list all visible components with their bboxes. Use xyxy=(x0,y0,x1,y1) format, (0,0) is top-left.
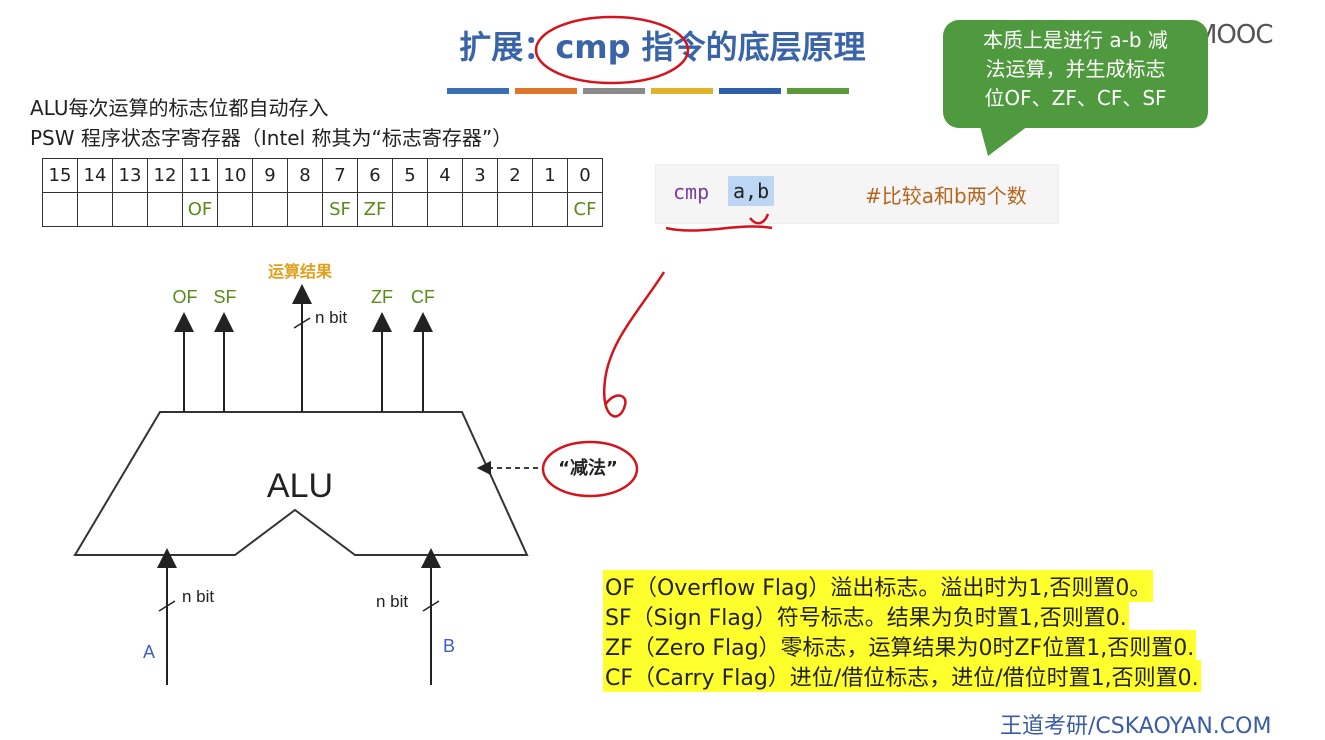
cf-output-label: CF xyxy=(411,287,435,307)
curve-arrow-annotation xyxy=(602,271,666,418)
flag-description-line: CF（Carry Flag）进位/借位标志，进位/借位时置1,否则置0. xyxy=(603,660,1201,692)
code-underline-annotation-2 xyxy=(749,213,770,225)
zf-output-label: ZF xyxy=(371,287,393,307)
flag-description-line: SF（Sign Flag）符号标志。结果为负时置1,否则置0. xyxy=(603,600,1129,632)
sf-output-label: SF xyxy=(213,287,236,307)
nbit-top-label: n bit xyxy=(315,308,347,327)
footer-watermark: 王道考研/CSKAOYAN.COM xyxy=(1000,714,1272,739)
nbit-left-label: n bit xyxy=(182,587,214,606)
flag-description-line: ZF（Zero Flag）零标志，运算结果为0时ZF位置1,否则置0. xyxy=(603,630,1197,662)
nbit-right-label: n bit xyxy=(376,592,408,611)
input-a-label: A xyxy=(143,642,155,662)
flag-description-line: OF（Overflow Flag）溢出标志。溢出时为1,否则置0。 xyxy=(603,570,1154,602)
alu-label: ALU xyxy=(267,467,333,505)
code-underline-annotation xyxy=(665,225,773,232)
result-label: 运算结果 xyxy=(268,262,332,281)
title-cmp-circle-annotation xyxy=(534,15,690,85)
of-output-label: OF xyxy=(173,287,198,307)
operation-label: “减法” xyxy=(558,457,618,479)
input-b-label: B xyxy=(443,636,455,656)
